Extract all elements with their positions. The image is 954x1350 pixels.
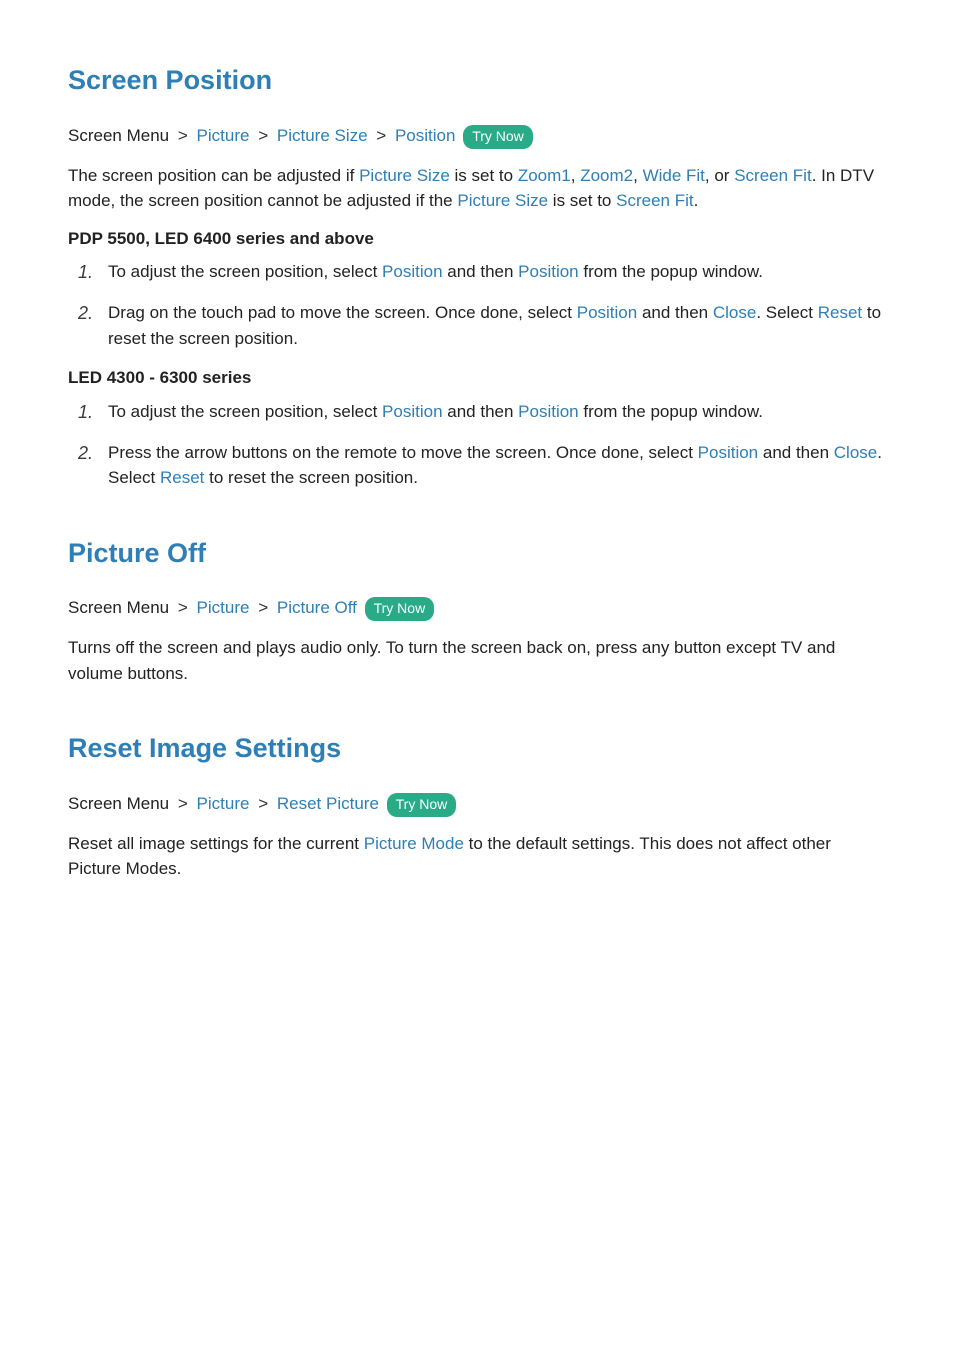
- steps-list-1: 1. To adjust the screen position, select…: [68, 259, 886, 351]
- paragraph: Reset all image settings for the current…: [68, 831, 886, 882]
- term-position: Position: [382, 262, 442, 281]
- breadcrumb-sep: >: [258, 598, 268, 617]
- step-text: To adjust the screen position, select Po…: [108, 259, 886, 286]
- step-text: Drag on the touch pad to move the screen…: [108, 300, 886, 351]
- term-zoom1: Zoom1: [518, 166, 571, 185]
- breadcrumb-sep: >: [376, 126, 386, 145]
- step-number: 2.: [78, 440, 108, 491]
- step-item: 1. To adjust the screen position, select…: [78, 259, 886, 286]
- breadcrumb-picture[interactable]: Picture: [197, 126, 250, 145]
- term-screen-fit: Screen Fit: [734, 166, 811, 185]
- term-position: Position: [518, 402, 578, 421]
- breadcrumb-position[interactable]: Position: [395, 126, 455, 145]
- breadcrumb-root: Screen Menu: [68, 126, 169, 145]
- heading-picture-off: Picture Off: [68, 533, 886, 574]
- breadcrumb-picture[interactable]: Picture: [197, 794, 250, 813]
- step-text: Press the arrow buttons on the remote to…: [108, 440, 886, 491]
- term-position: Position: [518, 262, 578, 281]
- sub-heading-led-4300: LED 4300 - 6300 series: [68, 365, 886, 391]
- breadcrumb-sep: >: [178, 794, 188, 813]
- heading-screen-position: Screen Position: [68, 60, 886, 101]
- breadcrumb-picture[interactable]: Picture: [197, 598, 250, 617]
- breadcrumb-sep: >: [178, 126, 188, 145]
- term-close: Close: [713, 303, 756, 322]
- breadcrumb-root: Screen Menu: [68, 794, 169, 813]
- term-position: Position: [382, 402, 442, 421]
- breadcrumb-reset-picture[interactable]: Reset Picture: [277, 794, 379, 813]
- step-number: 1.: [78, 259, 108, 286]
- term-zoom2: Zoom2: [580, 166, 633, 185]
- step-item: 1. To adjust the screen position, select…: [78, 399, 886, 426]
- term-screen-fit: Screen Fit: [616, 191, 693, 210]
- breadcrumb-sep: >: [178, 598, 188, 617]
- breadcrumb-root: Screen Menu: [68, 598, 169, 617]
- breadcrumb-sep: >: [258, 794, 268, 813]
- breadcrumb-picture-off[interactable]: Picture Off: [277, 598, 357, 617]
- paragraph: Turns off the screen and plays audio onl…: [68, 635, 886, 686]
- try-now-button[interactable]: Try Now: [387, 793, 457, 817]
- sub-heading-pdp-5500: PDP 5500, LED 6400 series and above: [68, 226, 886, 252]
- step-item: 2. Press the arrow buttons on the remote…: [78, 440, 886, 491]
- section-screen-position: Screen Position Screen Menu > Picture > …: [68, 60, 886, 491]
- steps-list-2: 1. To adjust the screen position, select…: [68, 399, 886, 491]
- step-item: 2. Drag on the touch pad to move the scr…: [78, 300, 886, 351]
- breadcrumb-picture-off: Screen Menu > Picture > Picture Off Try …: [68, 595, 886, 621]
- term-close: Close: [834, 443, 877, 462]
- term-picture-size: Picture Size: [457, 191, 548, 210]
- try-now-button[interactable]: Try Now: [463, 125, 533, 149]
- term-wide-fit: Wide Fit: [643, 166, 705, 185]
- term-reset: Reset: [160, 468, 204, 487]
- breadcrumb-sep: >: [258, 126, 268, 145]
- step-text: To adjust the screen position, select Po…: [108, 399, 886, 426]
- step-number: 1.: [78, 399, 108, 426]
- try-now-button[interactable]: Try Now: [365, 597, 435, 621]
- term-picture-size: Picture Size: [359, 166, 450, 185]
- breadcrumb-screen-position: Screen Menu > Picture > Picture Size > P…: [68, 123, 886, 149]
- breadcrumb-reset-image: Screen Menu > Picture > Reset Picture Tr…: [68, 791, 886, 817]
- step-number: 2.: [78, 300, 108, 351]
- breadcrumb-picture-size[interactable]: Picture Size: [277, 126, 368, 145]
- heading-reset-image: Reset Image Settings: [68, 728, 886, 769]
- term-position: Position: [698, 443, 758, 462]
- section-reset-image: Reset Image Settings Screen Menu > Pictu…: [68, 728, 886, 882]
- term-reset: Reset: [818, 303, 862, 322]
- section-picture-off: Picture Off Screen Menu > Picture > Pict…: [68, 533, 886, 687]
- term-position: Position: [577, 303, 637, 322]
- term-picture-mode: Picture Mode: [364, 834, 464, 853]
- paragraph: The screen position can be adjusted if P…: [68, 163, 886, 214]
